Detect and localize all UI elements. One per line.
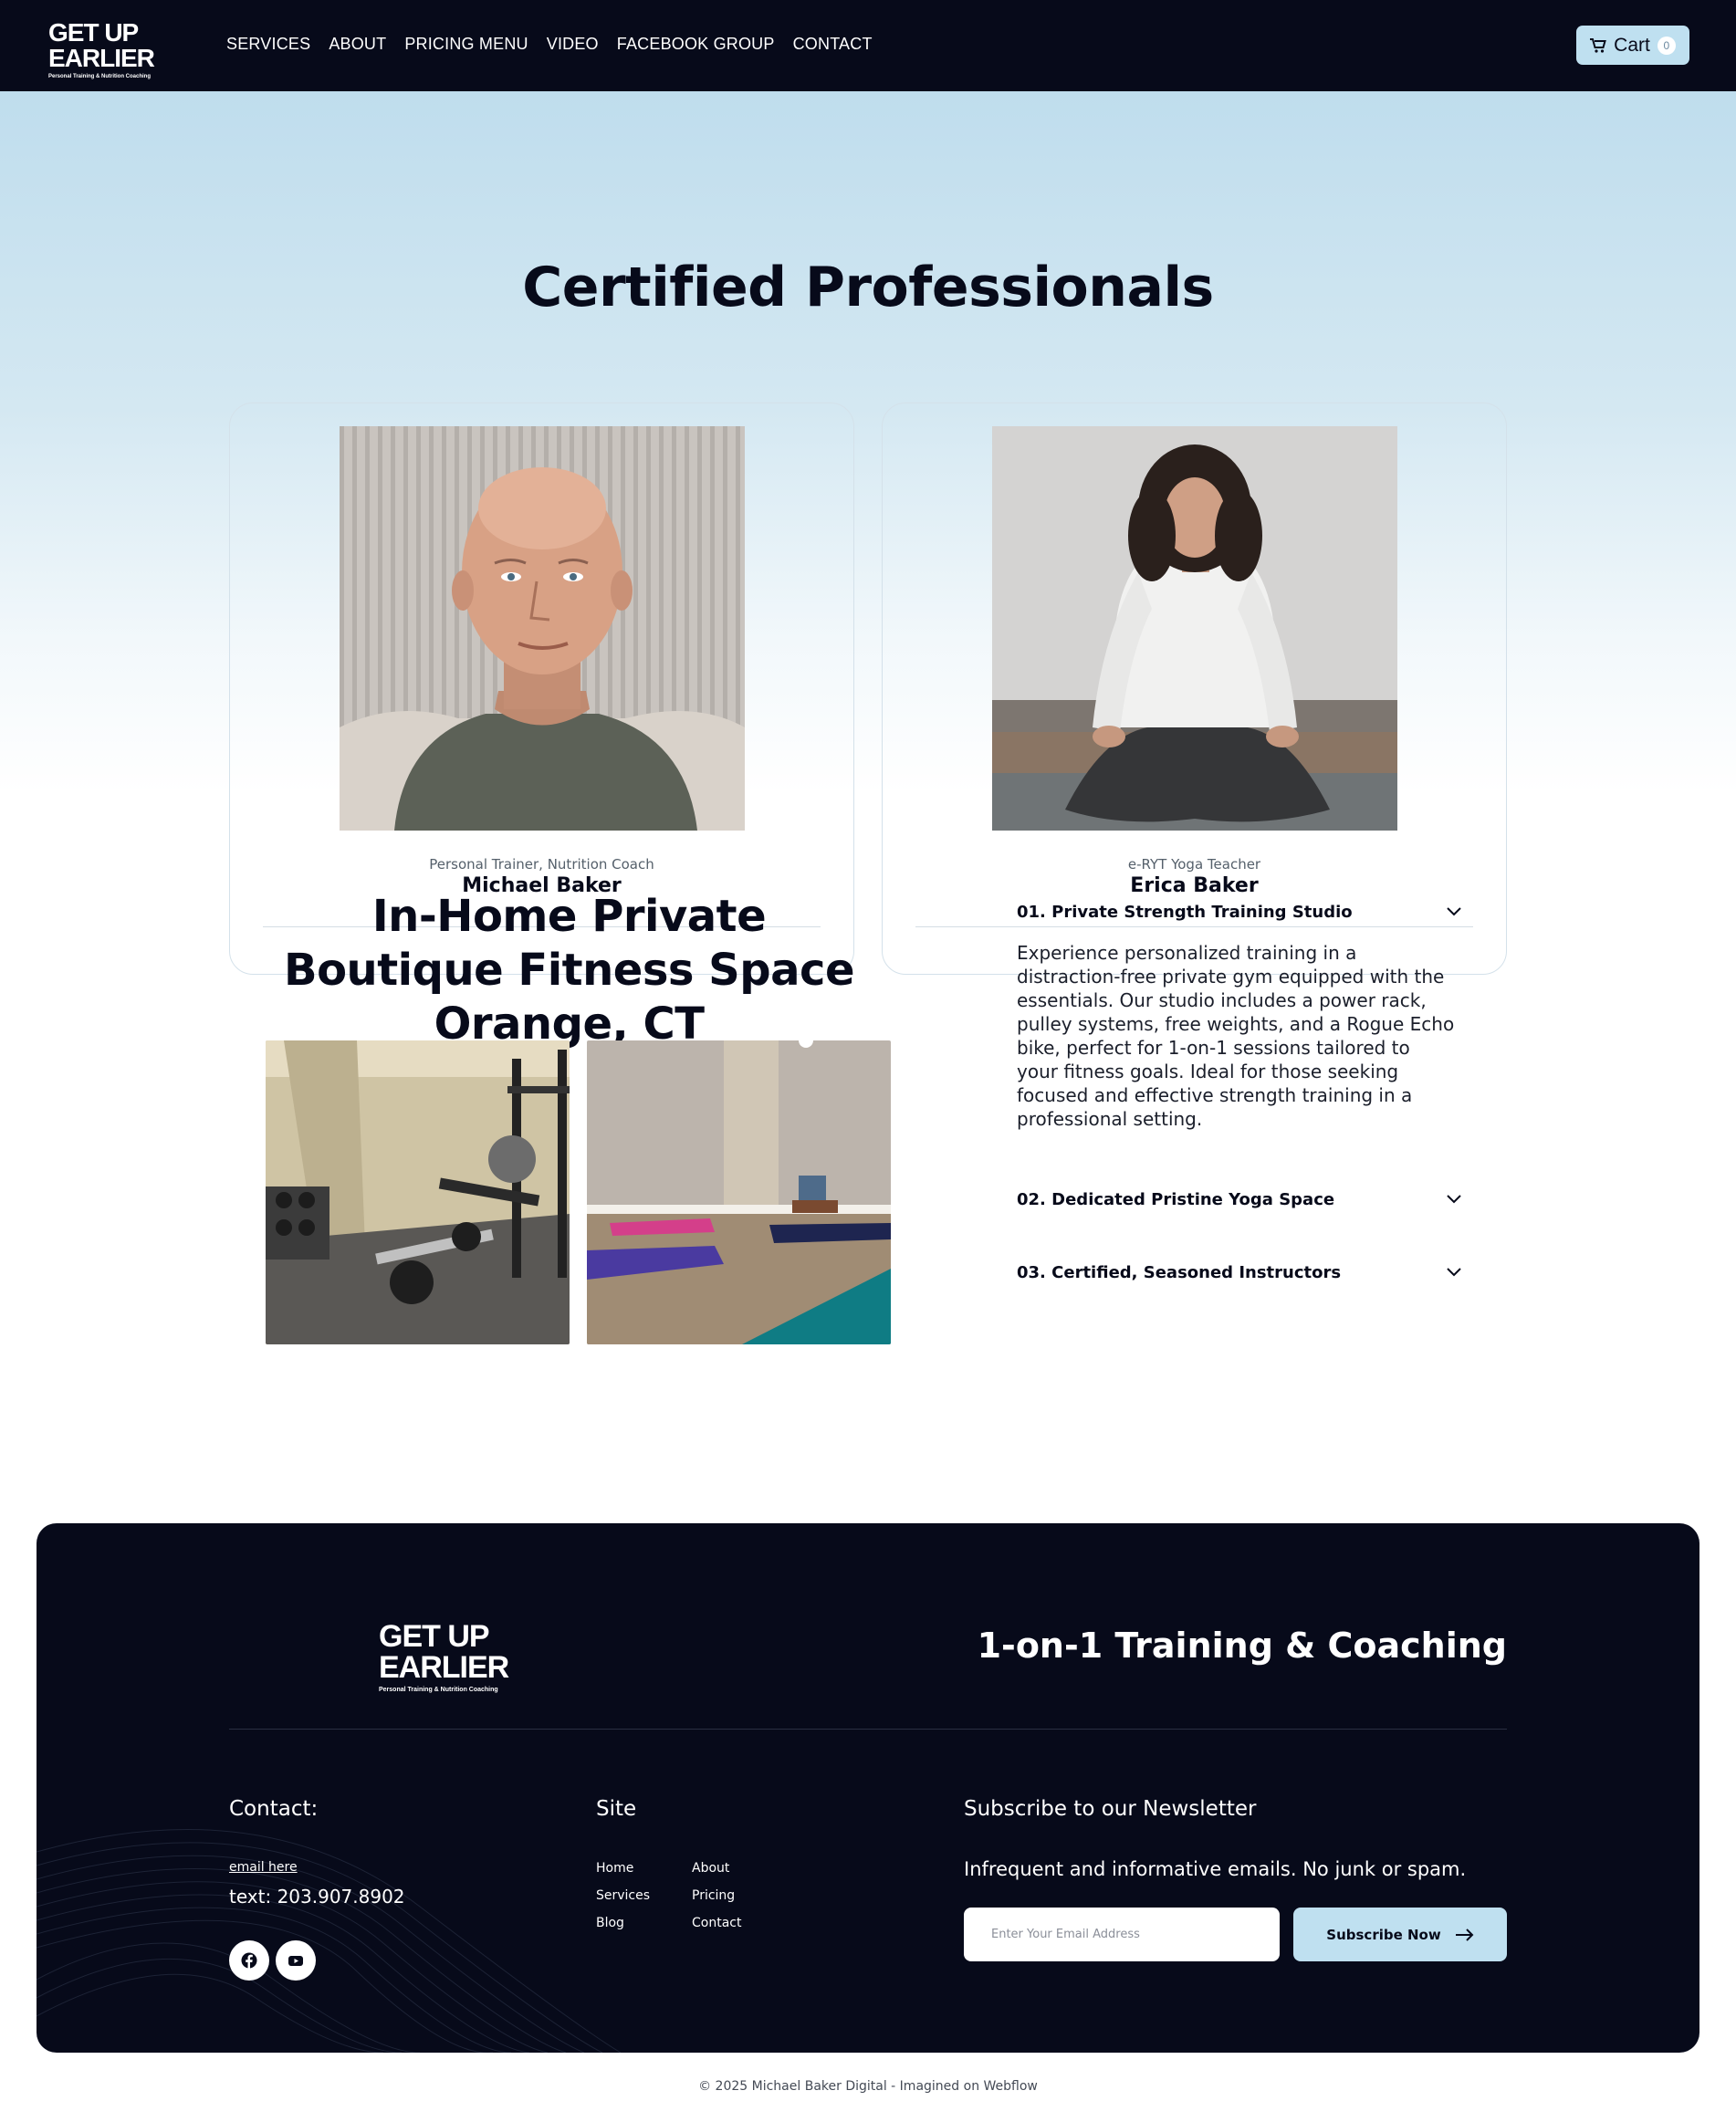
cart-button[interactable]: Cart 0	[1576, 26, 1689, 65]
studio-title: In-Home Private Boutique Fitness Space O…	[283, 891, 855, 1050]
site-logo[interactable]: GET UP EARLIER Personal Training & Nutri…	[48, 18, 155, 80]
footer-link-services[interactable]: Services	[596, 1887, 650, 1904]
strength-studio-photo	[266, 1040, 570, 1344]
footer-link-about[interactable]: About	[692, 1860, 741, 1876]
nav-link-video[interactable]: VIDEO	[547, 35, 599, 54]
site-heading: Site	[596, 1797, 637, 1821]
top-nav: GET UP EARLIER Personal Training & Nutri…	[0, 0, 1736, 91]
section-title: Certified Professionals	[522, 256, 1214, 319]
footer-link-contact[interactable]: Contact	[692, 1915, 741, 1931]
youtube-icon	[288, 1956, 303, 1966]
trainer-role: Personal Trainer, Nutrition Coach	[429, 856, 654, 873]
accordion-title: 01. Private Strength Training Studio	[1017, 902, 1353, 922]
footer-tagline: 1-on-1 Training & Coaching	[977, 1625, 1507, 1666]
trainer-role: e-RYT Yoga Teacher	[1127, 856, 1261, 873]
logo-line-2: EARLIER	[48, 44, 155, 72]
phone-text: text: 203.907.8902	[229, 1886, 405, 1908]
subscribe-button[interactable]: Subscribe Now	[1293, 1908, 1507, 1961]
accordion-item-2: 02. Dedicated Pristine Yoga Space	[1017, 1188, 1461, 1210]
accordion-item-3: 03. Certified, Seasoned Instructors	[1017, 1261, 1461, 1283]
nav-link-pricing-menu[interactable]: PRICING MENU	[404, 35, 528, 54]
accordion-toggle-2[interactable]: 02. Dedicated Pristine Yoga Space	[1017, 1188, 1461, 1210]
nav-link-contact[interactable]: CONTACT	[793, 35, 873, 54]
logo-tagline: Personal Training & Nutrition Coaching	[379, 1687, 498, 1693]
footer-logo[interactable]: GET UP EARLIER Personal Training & Nutri…	[379, 1619, 509, 1693]
footer-link-pricing[interactable]: Pricing	[692, 1887, 741, 1904]
decorative-wave-lines	[37, 1829, 622, 2053]
trainer-card-erica: e-RYT Yoga Teacher Erica Baker	[882, 402, 1507, 975]
footer-link-blog[interactable]: Blog	[596, 1915, 650, 1931]
accordion-item-1: 01. Private Strength Training Studio Exp…	[1017, 901, 1461, 1131]
logo-tagline: Personal Training & Nutrition Coaching	[48, 74, 152, 79]
contact-heading: Contact:	[229, 1797, 319, 1821]
trainer-card-michael: Personal Trainer, Nutrition Coach Michae…	[229, 402, 854, 975]
site-links-col-1: Home Services Blog	[596, 1860, 650, 1931]
yoga-space-photo	[587, 1040, 891, 1344]
nav-link-facebook-group[interactable]: FACEBOOK GROUP	[617, 35, 775, 54]
arrow-right-icon	[1455, 1928, 1474, 1941]
footer-divider	[229, 1729, 1507, 1730]
nav-link-services[interactable]: SERVICES	[226, 35, 310, 54]
trainer-photo-michael	[340, 426, 745, 831]
copyright-text: © 2025 Michael Baker Digital - Imagined …	[698, 2079, 1038, 2094]
main-menu: SERVICES ABOUT PRICING MENU VIDEO FACEBO…	[226, 35, 873, 54]
trainer-photo-erica	[992, 426, 1397, 831]
logo-line-2: EARLIER	[379, 1650, 509, 1685]
cart-count-badge: 0	[1657, 36, 1676, 55]
logo-line-1: GET UP	[379, 1619, 490, 1654]
accordion-toggle-1[interactable]: 01. Private Strength Training Studio	[1017, 901, 1461, 923]
newsletter-subtext: Infrequent and informative emails. No ju…	[964, 1858, 1467, 1880]
accordion-toggle-3[interactable]: 03. Certified, Seasoned Instructors	[1017, 1261, 1461, 1283]
accordion-title: 03. Certified, Seasoned Instructors	[1017, 1262, 1342, 1282]
newsletter-email-input[interactable]	[964, 1908, 1280, 1961]
cart-icon	[1590, 37, 1606, 53]
site-links-col-2: About Pricing Contact	[692, 1860, 741, 1931]
accordion-title: 02. Dedicated Pristine Yoga Space	[1017, 1189, 1335, 1209]
chevron-down-icon	[1447, 1268, 1461, 1277]
professionals-section: Certified Professionals Personal Trainer…	[0, 91, 1736, 975]
youtube-button[interactable]	[276, 1940, 316, 1981]
logo-line-1: GET UP	[48, 18, 139, 47]
email-link[interactable]: email here	[229, 1860, 298, 1875]
site-footer: GET UP EARLIER Personal Training & Nutri…	[37, 1523, 1699, 2053]
nav-link-about[interactable]: ABOUT	[329, 35, 386, 54]
footer-link-home[interactable]: Home	[596, 1860, 650, 1876]
subscribe-label: Subscribe Now	[1326, 1926, 1441, 1943]
facebook-icon	[241, 1952, 257, 1969]
chevron-down-icon	[1447, 907, 1461, 916]
chevron-down-icon	[1447, 1195, 1461, 1204]
accordion-body: Experience personalized training in a di…	[1017, 942, 1455, 1130]
facebook-button[interactable]	[229, 1940, 269, 1981]
cart-label: Cart	[1614, 34, 1650, 56]
trainer-name: Erica Baker	[1130, 874, 1259, 897]
newsletter-heading: Subscribe to our Newsletter	[964, 1797, 1257, 1821]
